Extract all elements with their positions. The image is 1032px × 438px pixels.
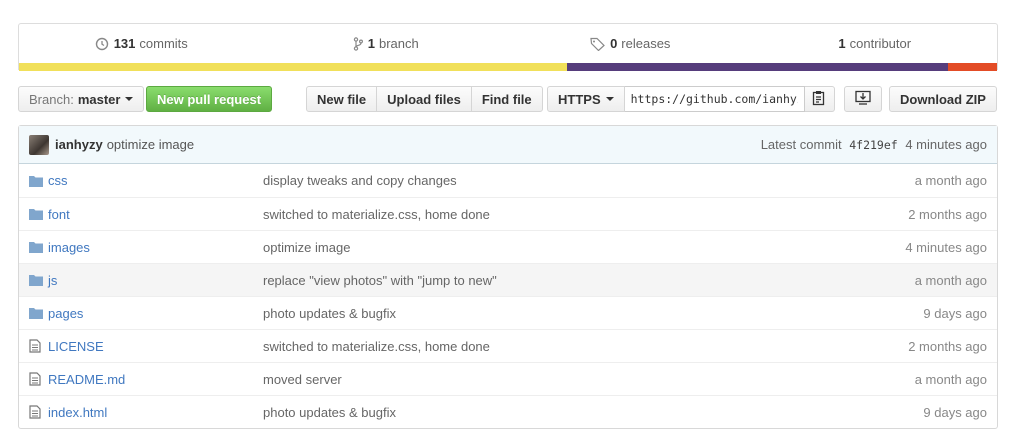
commit-message-link[interactable]: photo updates & bugfix	[263, 306, 923, 321]
commit-age: a month ago	[914, 272, 987, 288]
protocol-select-button[interactable]: HTTPS	[547, 86, 625, 112]
table-row[interactable]: LICENSE switched to materialize.css, home…	[19, 329, 997, 362]
folder-icon	[29, 175, 48, 187]
commits-link[interactable]: 131 commits	[19, 24, 264, 63]
language-segment	[566, 63, 949, 71]
file-icon	[29, 372, 48, 386]
commit-sha-link[interactable]: 4f219ef	[849, 138, 897, 152]
table-row[interactable]: font switched to materialize.css, home do…	[19, 197, 997, 230]
clipboard-icon	[812, 90, 826, 109]
commit-message-link[interactable]: switched to materialize.css, home done	[263, 207, 908, 222]
open-in-desktop-button[interactable]	[844, 86, 882, 112]
avatar[interactable]	[29, 134, 49, 155]
caret-down-icon	[605, 97, 614, 101]
folder-icon	[29, 241, 48, 253]
language-segment	[948, 63, 997, 71]
new-file-button[interactable]: New file	[306, 86, 378, 112]
folder-icon	[29, 274, 48, 286]
commit-message-link[interactable]: display tweaks and copy changes	[263, 173, 915, 188]
copy-to-clipboard-button[interactable]	[804, 86, 835, 112]
commit-message-link[interactable]: moved server	[263, 372, 915, 387]
branches-link[interactable]: 1 branch	[264, 24, 509, 63]
file-name-link[interactable]: images	[48, 240, 263, 255]
commit-author-link[interactable]: ianhyzy	[55, 137, 103, 152]
upload-files-button[interactable]: Upload files	[376, 86, 472, 112]
branch-icon	[353, 36, 363, 51]
file-name-link[interactable]: LICENSE	[48, 339, 263, 354]
file-name-link[interactable]: pages	[48, 306, 263, 321]
table-row[interactable]: js replace "view photos" with "jump to ne…	[19, 263, 997, 296]
commit-age: 9 days ago	[923, 305, 987, 321]
file-name-link[interactable]: css	[48, 173, 263, 188]
commit-message-link[interactable]: photo updates & bugfix	[263, 405, 923, 420]
table-row[interactable]: index.html photo updates & bugfix 9 days a…	[19, 395, 997, 428]
releases-link[interactable]: 0 releases	[508, 24, 753, 63]
commit-age: 4 minutes ago	[905, 137, 987, 152]
branch-select-button[interactable]: Branch: master	[18, 86, 145, 112]
commit-age: 2 months ago	[908, 338, 987, 354]
history-icon	[95, 37, 109, 51]
commit-age: a month ago	[914, 173, 987, 188]
new-pull-request-button[interactable]: New pull request	[146, 86, 273, 112]
file-list: ianhyzy optimize image Latest commit 4f2…	[18, 125, 998, 429]
file-icon	[29, 405, 48, 419]
clone-url-input[interactable]	[624, 86, 805, 112]
contributors-link[interactable]: 1 contributor	[753, 24, 998, 63]
table-row[interactable]: css display tweaks and copy changes a mont…	[19, 164, 997, 197]
file-name-link[interactable]: index.html	[48, 405, 263, 420]
numbers-summary: 131 commits 1 branch 0 releases 1 contri…	[19, 24, 997, 63]
latest-commit-bar: ianhyzy optimize image Latest commit 4f2…	[19, 126, 997, 164]
folder-icon	[29, 307, 48, 319]
caret-down-icon	[125, 97, 134, 101]
commit-age: 9 days ago	[923, 404, 987, 420]
commit-age: 2 months ago	[908, 206, 987, 222]
language-bar[interactable]	[19, 63, 997, 71]
latest-commit-info: Latest commit 4f219ef 4 minutes ago	[760, 137, 987, 152]
file-name-link[interactable]: README.md	[48, 372, 263, 387]
commit-message-link[interactable]: switched to materialize.css, home done	[263, 339, 908, 354]
file-name-link[interactable]: font	[48, 207, 263, 222]
language-segment	[19, 63, 567, 71]
folder-icon	[29, 208, 48, 220]
find-file-button[interactable]: Find file	[470, 86, 543, 112]
clone-url-box: HTTPS	[547, 86, 835, 112]
download-zip-button[interactable]: Download ZIP	[889, 86, 997, 112]
table-row[interactable]: pages photo updates & bugfix 9 days ago	[19, 296, 997, 329]
tag-icon	[590, 37, 605, 51]
file-actions-group: New file Upload files Find file	[306, 86, 543, 112]
commit-message-link[interactable]: optimize image	[107, 137, 194, 152]
file-name-link[interactable]: js	[48, 273, 263, 288]
commit-message-link[interactable]: optimize image	[263, 240, 905, 255]
commit-age: 4 minutes ago	[905, 239, 987, 255]
repo-summary: 131 commits 1 branch 0 releases 1 contri…	[18, 23, 998, 71]
table-row[interactable]: images optimize image 4 minutes ago	[19, 230, 997, 263]
desktop-download-icon	[855, 90, 871, 108]
file-rows: css display tweaks and copy changes a mont…	[19, 164, 997, 428]
file-icon	[29, 339, 48, 353]
table-row[interactable]: README.md moved server a month ago	[19, 362, 997, 395]
commit-message-link[interactable]: replace "view photos" with "jump to new"	[263, 273, 915, 288]
commit-age: a month ago	[914, 371, 987, 387]
